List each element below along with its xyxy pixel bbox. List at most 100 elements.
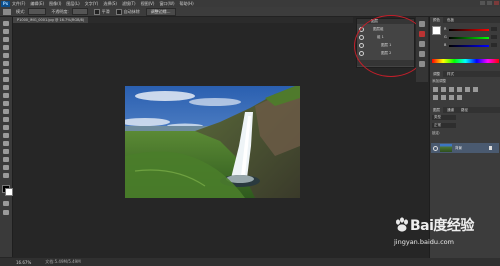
panel-foreground-swatch[interactable] bbox=[432, 26, 441, 35]
flyout-layer-row[interactable]: 组 1 bbox=[357, 34, 414, 40]
tab-layers[interactable]: 图层 bbox=[430, 107, 443, 113]
opacity-input[interactable]: 100% bbox=[71, 8, 88, 25]
slider-blue[interactable]: B bbox=[444, 43, 497, 48]
flyout-layer-row[interactable]: 图层 1 bbox=[357, 42, 414, 48]
menu-select[interactable]: 选择(S) bbox=[103, 1, 117, 7]
flyout-tab[interactable]: 图层 bbox=[357, 19, 414, 24]
quick-mask-icon[interactable] bbox=[3, 201, 9, 206]
eye-icon[interactable] bbox=[359, 51, 364, 56]
eyedropper-tool-icon[interactable] bbox=[3, 61, 9, 66]
tab-paths[interactable]: 路径 bbox=[458, 107, 471, 113]
status-bar: 16.67% 文档:5.49M/5.49M bbox=[0, 258, 500, 266]
exposure-icon[interactable] bbox=[457, 87, 462, 92]
quick-select-tool-icon[interactable] bbox=[3, 45, 9, 50]
adjustment-icons-row bbox=[433, 87, 497, 92]
color-spectrum-bar[interactable] bbox=[432, 59, 499, 63]
clone-stamp-tool-icon[interactable] bbox=[3, 85, 9, 90]
menu-layer[interactable]: 图层(L) bbox=[66, 1, 79, 7]
minimize-icon[interactable] bbox=[480, 1, 485, 5]
navigator-icon[interactable] bbox=[419, 61, 425, 67]
crop-tool-icon[interactable] bbox=[3, 53, 9, 58]
layer-row-background[interactable]: 背景 bbox=[431, 143, 499, 153]
eye-icon[interactable] bbox=[433, 146, 438, 151]
flyout-layer-name: 图层 2 bbox=[381, 51, 392, 55]
layer-filter-select[interactable]: 类型 bbox=[432, 115, 456, 120]
photo-filter-icon[interactable] bbox=[449, 95, 454, 100]
path-select-tool-icon[interactable] bbox=[3, 149, 9, 154]
menu-help[interactable]: 帮助(H) bbox=[180, 1, 194, 7]
document-info[interactable]: 文档:5.49M/5.49M bbox=[45, 259, 80, 265]
move-tool-icon[interactable] bbox=[3, 21, 9, 26]
color-panel-tabs: 颜色 色板 bbox=[430, 17, 500, 23]
tab-styles[interactable]: 样式 bbox=[444, 71, 457, 77]
flyout-layer-name: 组 1 bbox=[377, 35, 384, 39]
quick-select-icon[interactable] bbox=[3, 8, 11, 15]
eye-icon[interactable] bbox=[359, 43, 364, 48]
hue-saturation-icon[interactable] bbox=[473, 87, 478, 92]
black-white-icon[interactable] bbox=[441, 95, 446, 100]
hand-tool-icon[interactable] bbox=[3, 165, 9, 170]
layers-flyout-panel: 图层 图层组 组 1 图层 1 图层 2 bbox=[356, 18, 415, 68]
smooth-checkbox[interactable] bbox=[93, 8, 100, 15]
menu-type[interactable]: 文字(Y) bbox=[85, 1, 99, 7]
maximize-icon[interactable] bbox=[487, 1, 492, 5]
paragraph-icon[interactable] bbox=[419, 51, 425, 57]
brush-preset-icon[interactable] bbox=[419, 31, 425, 37]
tab-channels[interactable]: 通道 bbox=[444, 107, 457, 113]
menu-view[interactable]: 视图(V) bbox=[141, 1, 155, 7]
menu-image[interactable]: 图像(I) bbox=[49, 1, 61, 7]
slider-green[interactable]: G bbox=[444, 35, 497, 40]
character-icon[interactable] bbox=[419, 41, 425, 47]
slider-red[interactable]: R bbox=[444, 27, 497, 32]
menu-bar: Ps 文件(F) 编辑(E) 图像(I) 图层(L) 文字(Y) 选择(S) 滤… bbox=[0, 0, 500, 7]
blur-tool-icon[interactable] bbox=[3, 117, 9, 122]
zoom-level[interactable]: 16.67% bbox=[16, 260, 31, 265]
opacity-label: 不透明度: bbox=[51, 8, 69, 14]
pen-tool-icon[interactable] bbox=[3, 133, 9, 138]
layer-thumbnail bbox=[440, 144, 452, 152]
menu-filter[interactable]: 滤镜(T) bbox=[122, 1, 136, 7]
history-icon[interactable] bbox=[419, 21, 425, 27]
tab-adjustments[interactable]: 调整 bbox=[430, 71, 443, 77]
menu-window[interactable]: 窗口(W) bbox=[159, 1, 174, 7]
flyout-layer-name: 图层 1 bbox=[381, 43, 392, 47]
lasso-tool-icon[interactable] bbox=[3, 37, 9, 42]
dodge-tool-icon[interactable] bbox=[3, 125, 9, 130]
autoerase-checkbox[interactable] bbox=[115, 8, 122, 15]
flyout-layer-row[interactable]: 图层组 bbox=[357, 26, 414, 32]
tab-swatches[interactable]: 色板 bbox=[444, 17, 457, 23]
close-icon[interactable] bbox=[494, 1, 499, 5]
zoom-tool-icon[interactable] bbox=[3, 173, 9, 178]
brush-tool-icon[interactable] bbox=[3, 77, 9, 82]
marquee-tool-icon[interactable] bbox=[3, 29, 9, 34]
color-balance-icon[interactable] bbox=[433, 95, 438, 100]
eye-icon[interactable] bbox=[359, 35, 364, 40]
refine-edge-button[interactable]: 调整边缘... bbox=[145, 7, 176, 16]
curves-icon[interactable] bbox=[449, 87, 454, 92]
background-color-swatch[interactable] bbox=[5, 188, 13, 196]
type-tool-icon[interactable] bbox=[3, 141, 9, 146]
shape-tool-icon[interactable] bbox=[3, 157, 9, 162]
canvas-photo[interactable] bbox=[125, 86, 300, 198]
layer-filter-value: 类型 bbox=[434, 115, 441, 119]
tab-color[interactable]: 颜色 bbox=[430, 17, 443, 23]
blend-mode-value: 正常 bbox=[434, 123, 441, 127]
brightness-icon[interactable] bbox=[433, 87, 438, 92]
history-brush-tool-icon[interactable] bbox=[3, 93, 9, 98]
menu-edit[interactable]: 编辑(E) bbox=[30, 1, 44, 7]
layers-panel-tabs: 图层 通道 路径 bbox=[430, 107, 500, 113]
eraser-tool-icon[interactable] bbox=[3, 101, 9, 106]
flyout-layer-row[interactable]: 图层 2 bbox=[357, 50, 414, 56]
levels-icon[interactable] bbox=[441, 87, 446, 92]
eye-icon[interactable] bbox=[359, 27, 364, 32]
screen-mode-icon[interactable] bbox=[3, 210, 9, 215]
vibrance-icon[interactable] bbox=[465, 87, 470, 92]
menu-file[interactable]: 文件(F) bbox=[12, 1, 25, 7]
mode-select[interactable]: 正常 bbox=[28, 8, 47, 25]
healing-brush-tool-icon[interactable] bbox=[3, 69, 9, 74]
adjust-panel-tabs: 调整 样式 bbox=[430, 71, 500, 77]
autoerase-label: 自动抹除 bbox=[123, 8, 140, 14]
blend-mode-select[interactable]: 正常 bbox=[432, 123, 456, 128]
channel-mixer-icon[interactable] bbox=[457, 95, 462, 100]
gradient-tool-icon[interactable] bbox=[3, 109, 9, 114]
